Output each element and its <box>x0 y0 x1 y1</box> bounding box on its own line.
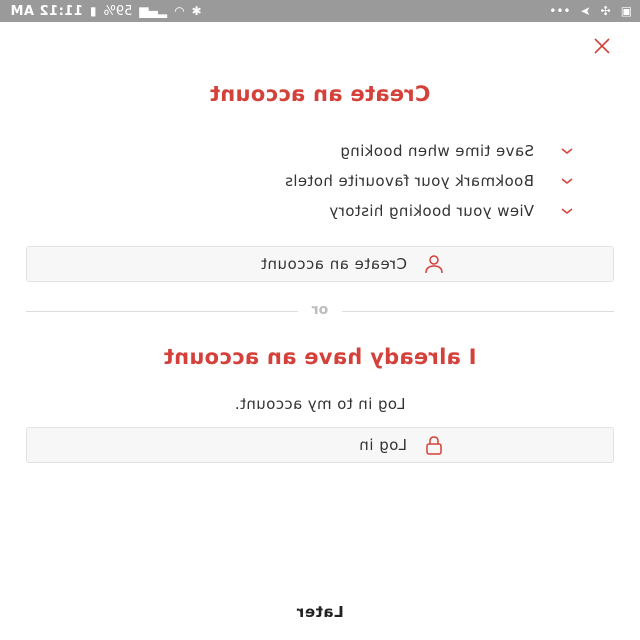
fan-icon: ✣ <box>600 4 611 18</box>
create-account-button-label: Create an account <box>260 255 407 273</box>
benefit-item: View your booking history <box>285 196 574 226</box>
status-time: 11:12 AM <box>10 3 83 19</box>
lock-icon <box>426 436 442 455</box>
signal-icon: ▂▄▆ <box>139 4 168 18</box>
wifi-icon: ◠ <box>174 4 185 18</box>
chevron-down-icon <box>561 148 573 154</box>
benefit-label: Bookmark your favourite hotels <box>284 172 534 190</box>
chevron-down-icon <box>561 208 573 214</box>
existing-account-title: I already have an account <box>163 345 477 369</box>
create-account-button[interactable]: Create an account <box>26 246 614 282</box>
status-left: ▣ ✣ ➤ ••• <box>549 4 632 18</box>
benefit-item: Bookmark your favourite hotels <box>285 166 574 196</box>
more-dots-icon: ••• <box>549 4 571 18</box>
or-divider: or <box>26 301 614 321</box>
chevron-down-icon <box>561 178 573 184</box>
notification-icon: ▣ <box>620 4 632 18</box>
close-icon <box>594 38 610 54</box>
screen: ▣ ✣ ➤ ••• ✱ ◠ ▂▄▆ 59% ▮ 11:12 AM Create … <box>0 0 640 640</box>
benefits-list: Save time when booking Bookmark your fav… <box>285 136 574 226</box>
close-button[interactable] <box>592 36 612 56</box>
bluetooth-icon: ✱ <box>191 4 202 18</box>
divider-line <box>26 311 298 312</box>
log-in-button-label: Log in <box>358 436 407 454</box>
status-bar: ▣ ✣ ➤ ••• ✱ ◠ ▂▄▆ 59% ▮ 11:12 AM <box>0 0 640 22</box>
benefit-item: Save time when booking <box>285 136 574 166</box>
divider-line <box>342 311 614 312</box>
benefit-label: View your booking history <box>329 202 534 220</box>
user-icon <box>425 255 443 274</box>
benefit-label: Save time when booking <box>339 142 534 160</box>
send-icon: ➤ <box>580 4 591 18</box>
create-account-title: Create an account <box>209 82 431 106</box>
log-in-button[interactable]: Log in <box>26 427 614 463</box>
divider-label: or <box>311 302 329 318</box>
login-subtitle: Log in to my account. <box>234 395 406 413</box>
status-right: ✱ ◠ ▂▄▆ 59% ▮ 11:12 AM <box>10 4 202 19</box>
battery-percent: 59% <box>103 3 133 19</box>
later-button[interactable]: Later <box>0 603 640 621</box>
battery-icon: ▮ <box>89 4 97 18</box>
